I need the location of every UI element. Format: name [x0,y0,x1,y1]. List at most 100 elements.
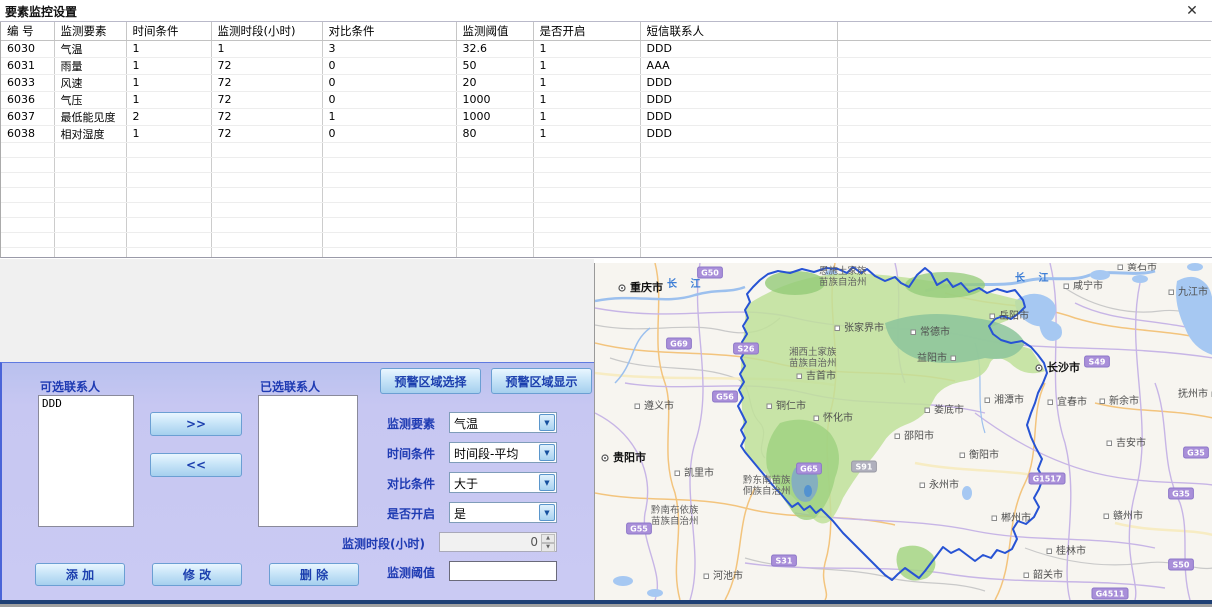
map-city-label: 韶关市 [1033,568,1063,581]
city-marker-icon [992,516,997,521]
close-icon[interactable]: ✕ [1182,1,1202,21]
table-row[interactable]: 6038相对湿度1720801DDD [1,125,1211,142]
table-row [1,187,1211,202]
city-marker-icon [911,330,916,335]
column-header[interactable]: 时间条件 [126,22,211,40]
chevron-down-icon[interactable]: ▼ [539,414,555,431]
add-button[interactable]: 添 加 [35,563,125,586]
map-area-label: 恩施土家族 [819,265,867,277]
road-badge-label: S26 [738,345,755,354]
column-header[interactable]: 监测要素 [54,22,126,40]
map-city-label: 贵阳市 [613,450,646,464]
column-header[interactable]: 对比条件 [322,22,456,40]
map-city-label: 张家界市 [844,321,884,334]
delete-button[interactable]: 删 除 [269,563,359,586]
map-city-label: 吉安市 [1116,436,1146,449]
city-marker-icon [985,398,990,403]
map-area-label: 苗族自治州 [789,357,837,369]
table-row [1,202,1211,217]
map-city-label: 重庆市 [630,280,663,294]
city-marker-icon [925,408,930,413]
city-marker-icon [797,374,802,379]
available-contacts-list[interactable]: DDD [38,395,134,527]
area-select-button[interactable]: 预警区域选择 [380,368,481,394]
area-display-button[interactable]: 预警区域显示 [491,368,592,394]
table-row [1,172,1211,187]
element-value: 气温 [454,415,478,432]
enabled-select[interactable]: 是 ▼ [449,502,557,523]
map-area-label: 黔东南苗族 [743,474,791,486]
column-header[interactable]: 是否开启 [533,22,640,40]
selected-contacts-list[interactable] [258,395,358,527]
table-row [1,232,1211,247]
road-badge-label: G35 [1187,449,1205,458]
table-row[interactable]: 6033风速1720201DDD [1,74,1211,91]
table-row[interactable]: 6031雨量1720501AAA [1,57,1211,74]
modify-button[interactable]: 修 改 [152,563,242,586]
table-header-row: 编 号监测要素时间条件监测时段(小时)对比条件监测阈值是否开启短信联系人 [1,22,1211,40]
element-label: 监测要素 [387,415,435,432]
city-marker-icon [1024,573,1029,578]
spinner-up-icon[interactable]: ▲ [541,534,555,543]
map-city-label: 黄石市 [1127,263,1157,273]
map-city-label: 衡阳市 [969,448,999,461]
column-header[interactable]: 编 号 [1,22,54,40]
threshold-input[interactable] [449,561,557,581]
city-marker-icon [767,404,772,409]
time-condition-select[interactable]: 时间段-平均 ▼ [449,442,557,463]
map-city-label: 铜仁市 [776,399,806,412]
period-value: 0 [530,535,538,549]
city-marker-icon [895,434,900,439]
period-spinner[interactable]: 0 ▲ ▼ [439,532,557,552]
column-header[interactable]: 监测时段(小时) [211,22,322,40]
city-marker-icon [1169,290,1174,295]
map-city-label: 怀化市 [823,411,853,424]
title-bar: 要素监控设置 ✕ [0,0,1212,22]
road-badge-label: S49 [1089,358,1106,367]
move-right-button[interactable]: >> [150,412,242,436]
city-marker-icon [814,416,819,421]
table-row[interactable]: 6037最低能见度272110001DDD [1,108,1211,125]
city-marker-icon [704,574,709,579]
map-city-label: 郴州市 [1001,511,1031,524]
spinner-down-icon[interactable]: ▼ [541,543,555,552]
table-row [1,217,1211,232]
city-marker-icon [951,356,956,361]
region-map[interactable]: 重庆市黄石市咸宁市九江市岳阳市常德市张家界市益阳市吉首市长沙市抚州市新余市宜春市… [594,263,1212,600]
element-select[interactable]: 气温 ▼ [449,412,557,433]
map-city-label: 遵义市 [644,399,674,412]
settings-panel: 可选联系人 DDD >> << 已选联系人 预警区域选择 预警区域显示 监测要素… [0,362,594,600]
city-marker-icon [1104,514,1109,519]
compare-condition-label: 对比条件 [387,475,435,492]
chevron-down-icon[interactable]: ▼ [539,504,555,521]
road-badge-label: G69 [670,340,688,349]
compare-condition-select[interactable]: 大于 ▼ [449,472,557,493]
move-left-button[interactable]: << [150,453,242,477]
chevron-down-icon[interactable]: ▼ [539,444,555,461]
city-marker-icon [1064,284,1069,289]
river-label: 长 江 [1015,271,1053,284]
map-city-label: 岳阳市 [999,309,1029,322]
table-row[interactable]: 6030气温11332.61DDD [1,40,1211,57]
column-header[interactable]: 监测阈值 [456,22,533,40]
city-marker-icon [621,287,623,289]
map-city-label: 益阳市 [917,351,947,364]
selected-contacts-label: 已选联系人 [260,378,320,395]
enabled-label: 是否开启 [387,505,435,522]
map-area-label: 黔南布依族 [651,504,699,516]
enabled-value: 是 [454,505,466,522]
road-badge-label: S91 [856,463,873,472]
column-header[interactable]: 短信联系人 [640,22,837,40]
window-title: 要素监控设置 [5,3,77,20]
list-item[interactable]: DDD [39,396,133,411]
table-row[interactable]: 6036气压172010001DDD [1,91,1211,108]
column-header[interactable] [837,22,1211,40]
map-area-label: 苗族自治州 [819,276,867,288]
road-badge-label: G56 [716,393,734,402]
map-city-label: 永州市 [929,478,959,491]
road-badge-label: G50 [701,269,719,278]
compare-condition-value: 大于 [454,475,478,492]
table-row [1,157,1211,172]
table-row [1,247,1211,258]
chevron-down-icon[interactable]: ▼ [539,474,555,491]
